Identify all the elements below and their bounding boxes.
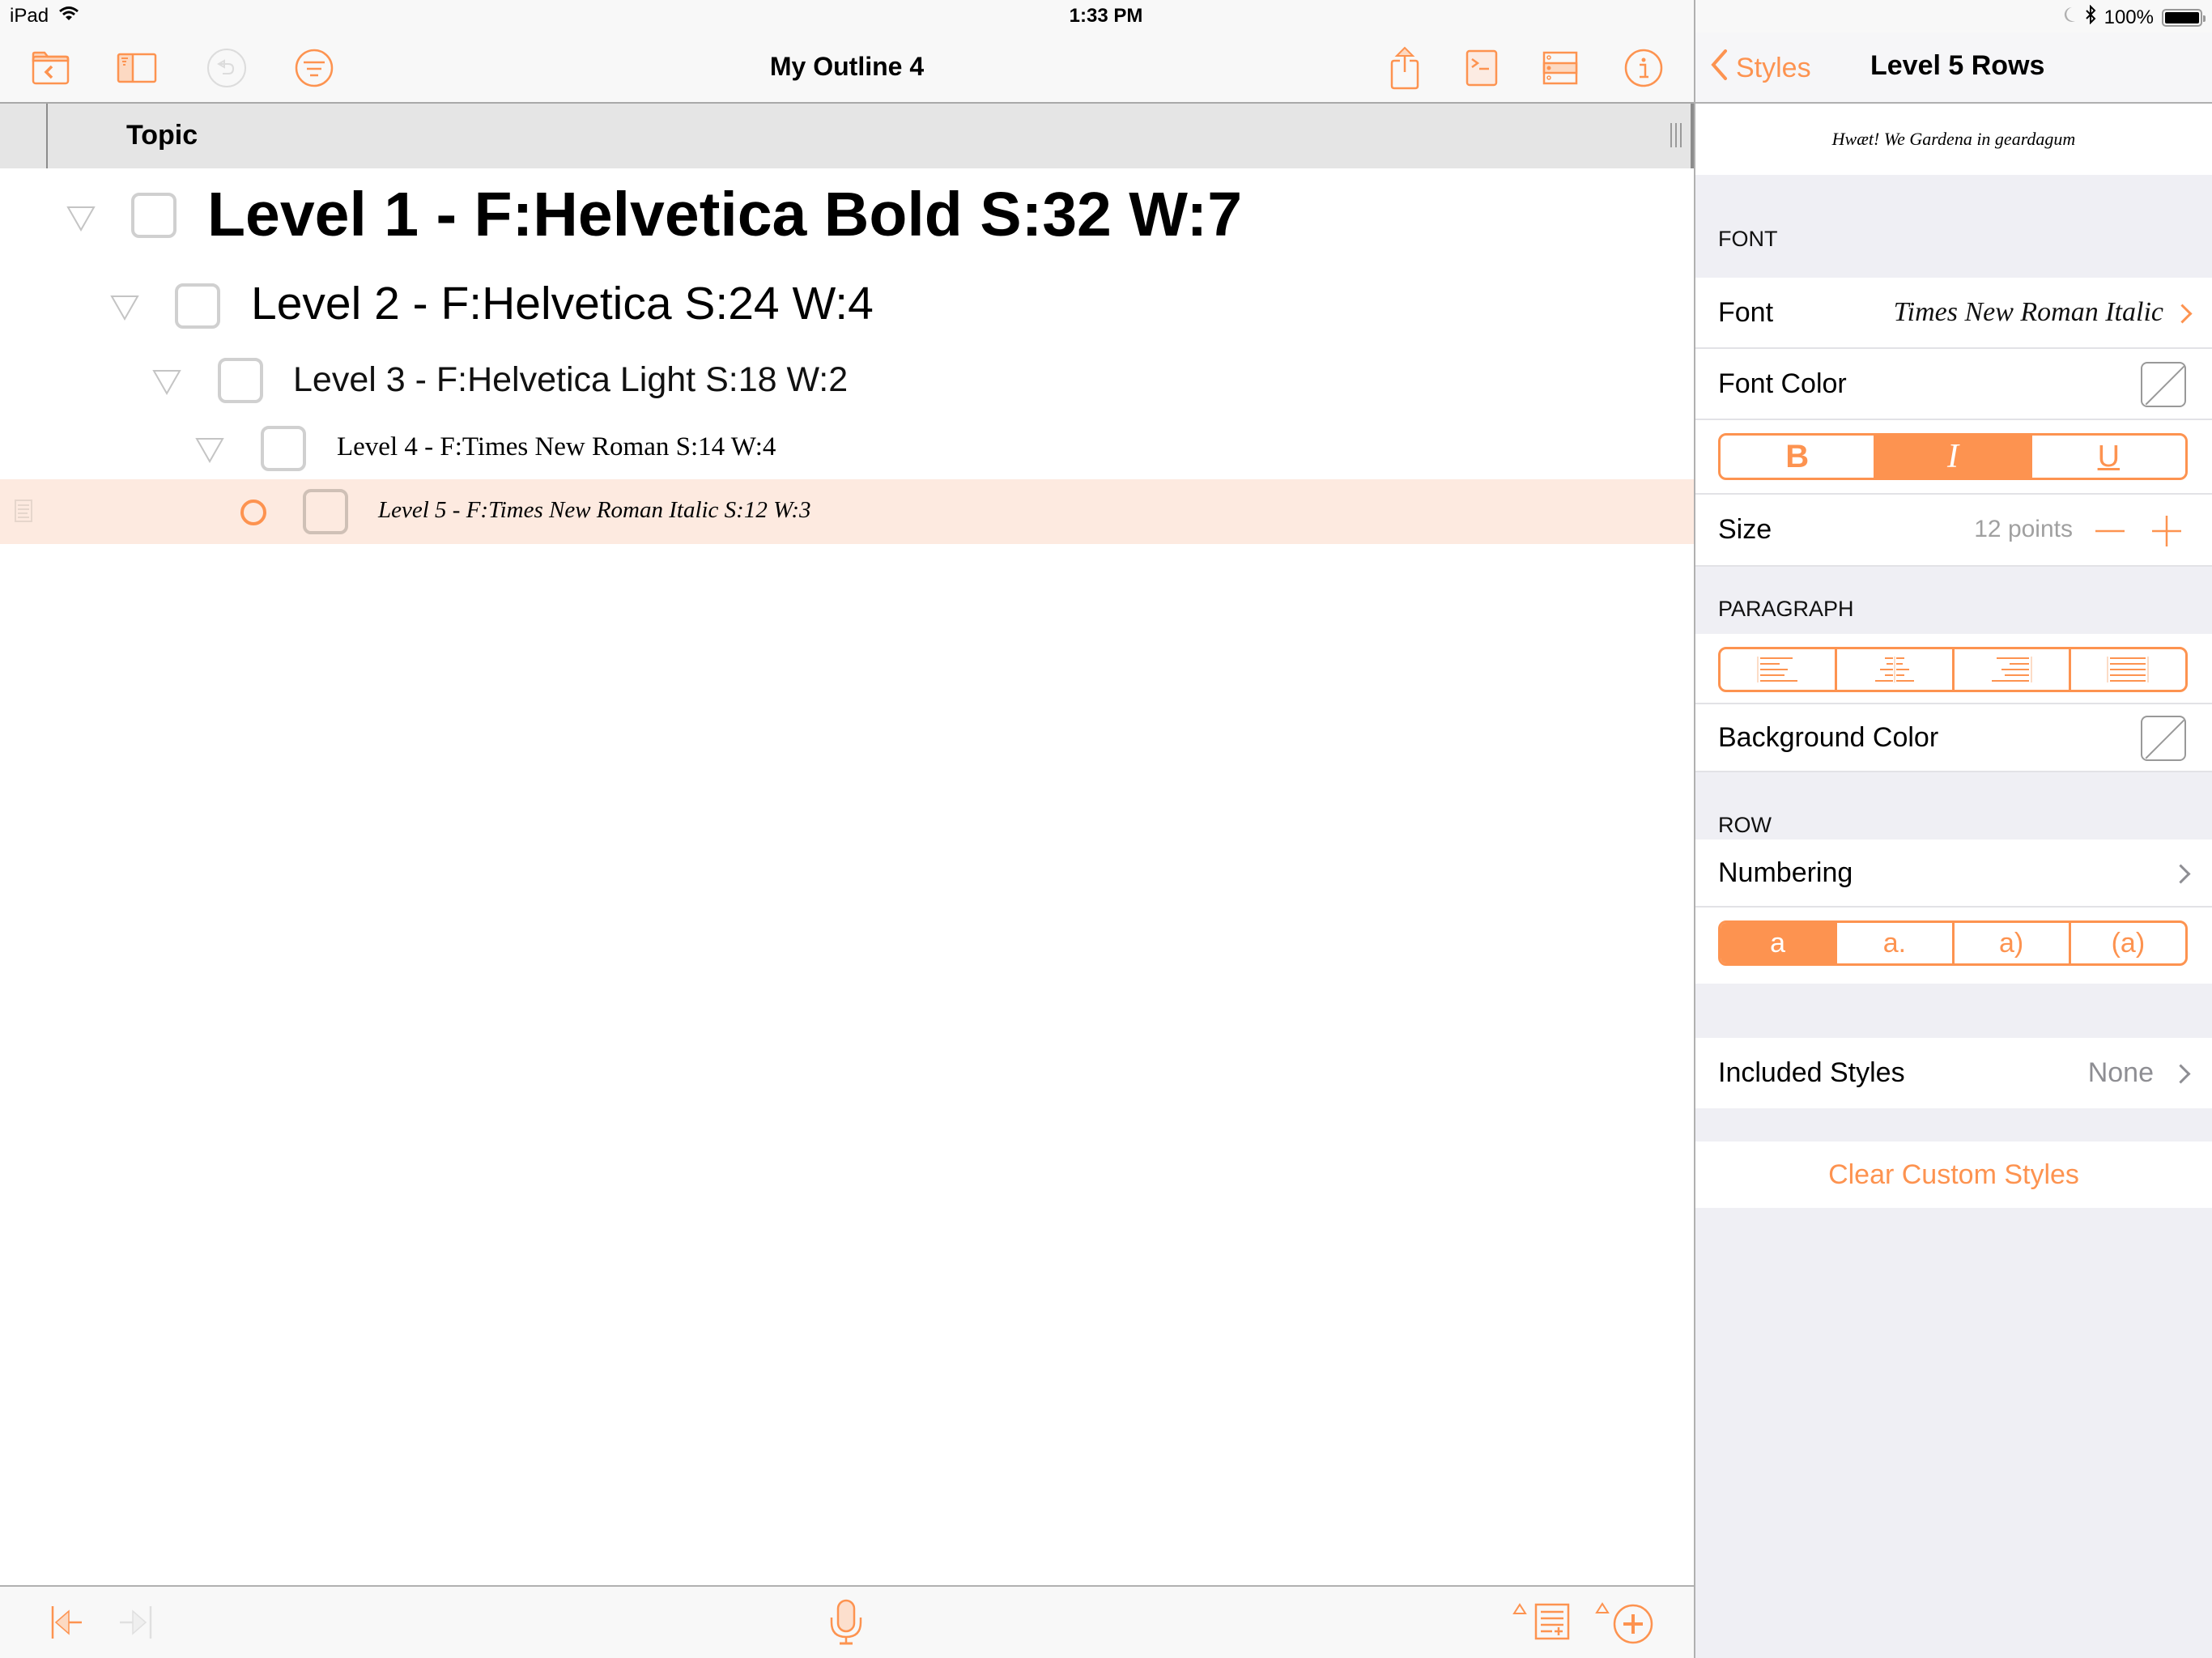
- included-styles-value: None: [2087, 1057, 2154, 1088]
- italic-button[interactable]: I: [1874, 436, 2030, 478]
- numbering-option[interactable]: a.: [1835, 923, 1951, 963]
- chevron-right-icon: [2172, 304, 2193, 324]
- numbering-label: Numbering: [1718, 857, 1853, 888]
- terminal-icon[interactable]: [1457, 44, 1506, 92]
- numbering-option[interactable]: a): [1951, 923, 2069, 963]
- font-color-label: Font Color: [1718, 368, 1847, 399]
- outline-row-selected[interactable]: Level 5 - F:Times New Roman Italic S:12 …: [0, 479, 1694, 544]
- info-icon[interactable]: [1619, 44, 1668, 92]
- decrease-size-button[interactable]: [2094, 517, 2126, 549]
- numbering-segmented-control[interactable]: a a. a) (a): [1718, 920, 2188, 966]
- chevron-left-icon: [1710, 49, 1728, 88]
- increase-size-button[interactable]: [2150, 514, 2183, 552]
- column-header: Topic: [0, 104, 1694, 168]
- row-text[interactable]: Level 1 - F:Helvetica Bold S:32 W:7: [207, 179, 1242, 251]
- bottom-toolbar: [0, 1585, 1694, 1658]
- disclosure-triangle-icon[interactable]: [66, 206, 96, 236]
- section-header-font: FONT: [1718, 227, 1778, 251]
- numbering-style-row: a a. a) (a): [1695, 908, 2212, 984]
- align-left-button[interactable]: [1721, 649, 1835, 690]
- numbering-option[interactable]: (a): [2068, 923, 2185, 963]
- disclosure-triangle-icon[interactable]: [195, 437, 224, 467]
- column-header-topic[interactable]: Topic: [126, 120, 198, 151]
- clear-custom-styles-button[interactable]: Clear Custom Styles: [1695, 1141, 2212, 1208]
- disclosure-triangle-icon[interactable]: [152, 369, 181, 399]
- moon-icon: [2062, 6, 2077, 29]
- device-name: iPad: [10, 5, 49, 27]
- document-title: My Outline 4: [769, 52, 925, 81]
- disclosure-triangle-icon[interactable]: [110, 295, 139, 325]
- background-color-row[interactable]: Background Color: [1695, 704, 2212, 772]
- included-styles-label: Included Styles: [1718, 1057, 1905, 1088]
- row-checkbox[interactable]: [175, 283, 220, 329]
- outline-row[interactable]: Level 1 - F:Helvetica Bold S:32 W:7: [0, 168, 1694, 266]
- battery-icon: [2162, 8, 2206, 27]
- outline-row[interactable]: Level 3 - F:Helvetica Light S:18 W:2: [0, 346, 1694, 413]
- main-toolbar: My Outline 4: [0, 32, 1694, 104]
- background-color-swatch[interactable]: [2141, 716, 2186, 761]
- chevron-right-icon: [2171, 1064, 2191, 1084]
- share-icon[interactable]: [1380, 44, 1429, 92]
- column-separator: [46, 104, 48, 168]
- style-preview: Hwæt! We Gardena in geardagum: [1695, 104, 2212, 175]
- bold-button[interactable]: B: [1721, 436, 1874, 478]
- font-color-swatch[interactable]: [2141, 362, 2186, 407]
- wifi-icon: [58, 5, 79, 28]
- font-value: Times New Roman Italic: [1893, 297, 2163, 327]
- section-header-paragraph: PARAGRAPH: [1718, 597, 1854, 621]
- font-label: Font: [1718, 297, 1774, 328]
- outline-row[interactable]: Level 4 - F:Times New Roman S:14 W:4: [0, 413, 1694, 479]
- included-styles-row[interactable]: Included Styles None: [1695, 1038, 2212, 1108]
- alignment-row: [1695, 634, 2212, 704]
- numbering-option[interactable]: a: [1721, 923, 1836, 963]
- row-text[interactable]: Level 5 - F:Times New Roman Italic S:12 …: [378, 497, 811, 524]
- text-style-row: B I U: [1695, 420, 2212, 495]
- style-inspector: Styles Level 5 Rows Hwæt! We Gardena in …: [1695, 32, 2212, 1658]
- outline-row[interactable]: Level 2 - F:Helvetica S:24 W:4: [0, 266, 1694, 346]
- inspector-nav-bar: Styles Level 5 Rows: [1695, 32, 2212, 104]
- leaf-bullet-icon[interactable]: [240, 499, 267, 530]
- row-note-handle-icon[interactable]: [15, 500, 32, 526]
- inspector-title: Level 5 Rows: [1870, 50, 2045, 81]
- row-checkbox[interactable]: [261, 426, 306, 471]
- row-text[interactable]: Level 4 - F:Times New Roman S:14 W:4: [337, 432, 776, 462]
- add-row-icon[interactable]: [1593, 1601, 1658, 1648]
- bluetooth-icon: [2085, 4, 2096, 30]
- align-right-button[interactable]: [1951, 649, 2069, 690]
- row-text[interactable]: Level 2 - F:Helvetica S:24 W:4: [251, 277, 874, 330]
- alignment-segmented-control[interactable]: [1718, 647, 2188, 692]
- styles-icon[interactable]: [1536, 44, 1585, 92]
- background-color-label: Background Color: [1718, 722, 1939, 753]
- size-label: Size: [1718, 514, 1772, 545]
- align-center-button[interactable]: [1835, 649, 1951, 690]
- outline-view: Level 1 - F:Helvetica Bold S:32 W:7 Leve…: [0, 168, 1694, 1585]
- status-bar: 1:33 PM iPad 100%: [0, 0, 2212, 32]
- row-checkbox[interactable]: [218, 358, 263, 403]
- row-checkbox[interactable]: [303, 489, 348, 534]
- section-header-row: ROW: [1718, 813, 1772, 837]
- text-style-segmented-control[interactable]: B I U: [1718, 433, 2188, 480]
- font-row[interactable]: Font Times New Roman Italic: [1695, 278, 2212, 349]
- back-button[interactable]: Styles: [1710, 49, 1811, 88]
- align-justify-button[interactable]: [2068, 649, 2185, 690]
- back-button-label: Styles: [1736, 53, 1811, 83]
- outdent-icon[interactable]: [45, 1605, 89, 1640]
- size-value: 12 points: [1974, 516, 2073, 542]
- numbering-row[interactable]: Numbering: [1695, 840, 2212, 908]
- underline-button[interactable]: U: [2029, 436, 2185, 478]
- add-note-icon[interactable]: [1511, 1601, 1574, 1648]
- row-checkbox[interactable]: [131, 193, 177, 238]
- chevron-right-icon: [2171, 864, 2191, 884]
- status-time: 1:33 PM: [1069, 5, 1143, 27]
- font-color-row[interactable]: Font Color: [1695, 349, 2212, 420]
- microphone-icon[interactable]: [826, 1596, 866, 1648]
- indent-icon[interactable]: [113, 1605, 158, 1640]
- row-text[interactable]: Level 3 - F:Helvetica Light S:18 W:2: [293, 360, 848, 400]
- battery-percent: 100%: [2104, 6, 2154, 28]
- size-row: Size 12 points: [1695, 495, 2212, 567]
- column-resize-handle[interactable]: [1670, 123, 1682, 147]
